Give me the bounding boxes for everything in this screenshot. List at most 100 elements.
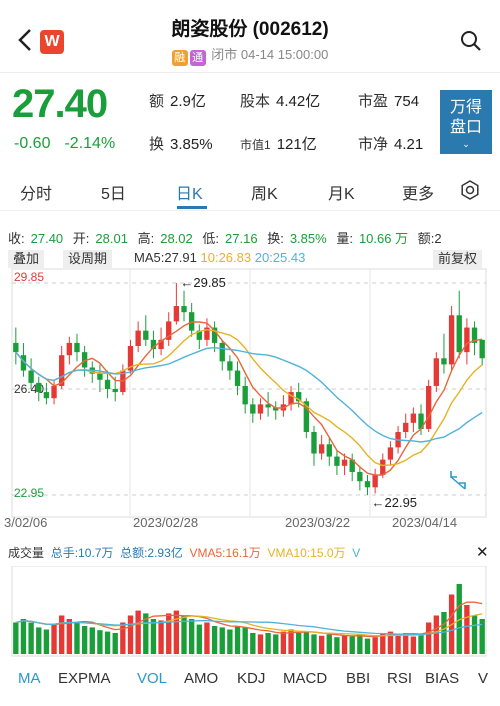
volume-bar [211,626,218,654]
volume-bar [188,619,195,654]
market-status: 融通 闭市 04-14 15:00:00 [0,44,500,66]
quote-shares: 股本 4.42亿 [240,93,321,110]
candle-body [357,471,363,482]
volume-bar [364,638,371,654]
volume-bar [204,622,210,654]
date-label: 2023/03/22 [285,515,350,530]
candle-body [380,459,386,476]
candle-body [219,342,225,362]
volume-bar [51,624,57,654]
tab-weekly-k[interactable]: 周K [251,180,278,204]
candle-body [43,392,50,399]
candle-body [464,327,470,353]
candle-body [227,361,233,371]
candle-body [410,413,417,423]
candle-body [135,330,141,346]
candle-body [318,444,325,454]
candle-body [387,447,394,460]
amount-info: 额:2 [417,231,442,246]
volume-bar [166,613,172,654]
candle-body [51,385,57,399]
volume-bar [418,634,424,654]
expand-icon [450,471,466,490]
top-nav: W 朗姿股份 (002612) 融通 闭市 04-14 15:00:00 [0,0,500,72]
tab-daily-k[interactable]: 日K [176,180,203,204]
ind-expma[interactable]: EXPMA [58,670,111,687]
volume-bar [403,633,409,654]
quote-pe: 市盈 754 [358,93,420,110]
volume-chart[interactable] [0,565,500,658]
kline-chart[interactable]: 29.85 26.40 22.95 ←29.85 ←22.95 3/02/06 2023/0… [0,247,500,547]
wind-orderbook-button[interactable]: 万得 盘口 ⌄ [440,90,492,154]
high-info: 高: 28.02 [137,231,193,246]
date-label: 2023/04/14 [392,515,457,530]
volume-bar [334,637,340,654]
active-tab-indicator [177,206,207,209]
ohlc-info-bar: 收: 27.40 开: 28.01 高: 28.02 低: 27.16 换: 3.85% … [8,228,500,247]
chevron-down-icon: ⌄ [462,139,470,149]
candle-body [433,358,439,386]
total-amount: 总额:2.93亿 [120,546,183,560]
volume-bar [59,615,65,654]
forward-adjust-button[interactable]: 前复权 [433,250,483,268]
volume-bar [97,630,103,654]
set-period-button[interactable]: 设周期 [63,250,113,268]
volume-bar [112,633,118,654]
volume-bar [311,634,317,654]
volume-bar [242,627,248,654]
ind-vol[interactable]: VOL [137,670,167,687]
volume-info: 量: 10.66 万 [336,231,409,246]
volume-title: 成交量 [8,546,45,560]
close-icon[interactable]: ✕ [476,543,489,561]
ma5-label: MA5:27.91 [134,250,197,265]
search-icon[interactable] [460,30,482,52]
tab-intraday[interactable]: 分时 [20,180,52,204]
low-price-tip: ←22.95 [372,495,418,510]
period-tabs: 分时 5日 日K 周K 月K 更多 [0,172,500,210]
volume-svg [11,565,487,657]
change-value: -0.60 [14,135,51,152]
gear-icon[interactable] [460,180,480,200]
volume-bar [250,633,256,654]
ma10-line [15,328,483,467]
candle-body [28,370,34,383]
stock-title: 朗姿股份 (002612) [171,19,329,40]
volume-bar [104,631,111,654]
ma-legend: MA5:27.91 10:26.83 20:25.43 [134,250,305,265]
close-info: 收: 27.40 [8,231,64,246]
candle-body [448,315,455,365]
tab-monthly-k[interactable]: 月K [328,180,355,204]
vma10-label: VMA10:15.0万 [267,546,346,560]
candle-body [173,306,180,322]
quote-mktcap: 市值1 121亿 [240,136,317,153]
ma5-line [15,321,483,476]
ind-bias[interactable]: BIAS [425,670,459,687]
overlay-button[interactable]: 叠加 [8,250,45,268]
ind-kdj[interactable]: KDJ [237,670,265,687]
ind-bbi[interactable]: BBI [346,670,370,687]
vma-extra: V [352,546,361,560]
ind-macd[interactable]: MACD [283,670,327,687]
volume-bar [372,637,378,654]
tab-5day[interactable]: 5日 [101,180,126,204]
volume-bar [349,636,355,654]
volume-bar [395,634,401,654]
volume-bar [196,624,202,654]
volume-bar [127,615,134,654]
candle-body [257,404,264,414]
open-info: 开: 28.01 [72,231,128,246]
candle-body [334,456,340,466]
ind-v[interactable]: V [478,670,488,687]
volume-bar [219,627,225,654]
candle-body [97,373,103,380]
candle-body [479,339,485,359]
ind-rsi[interactable]: RSI [387,670,412,687]
ma10-label: 10:26.83 [200,250,252,265]
ind-ma[interactable]: MA [18,670,41,687]
indicator-tabs: MA EXPMA VOL AMO KDJ MACD BBI RSI BIAS V [0,664,500,700]
turnover-info: 换: 3.85% [267,231,327,246]
ind-amo[interactable]: AMO [184,670,218,687]
candle-body [66,342,73,356]
tab-more[interactable]: 更多 [402,180,434,204]
candle-body [372,475,378,488]
